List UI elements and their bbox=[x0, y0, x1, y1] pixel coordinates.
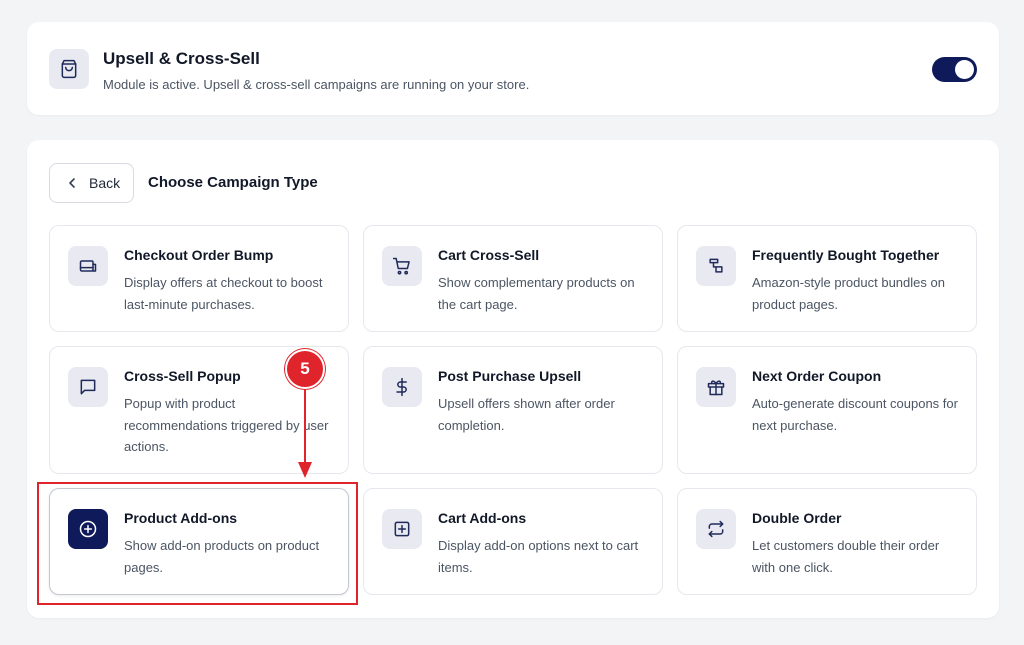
campaign-title: Double Order bbox=[752, 510, 842, 526]
campaign-description: Display add-on options next to cart item… bbox=[438, 538, 639, 575]
chevron-left-icon bbox=[69, 178, 75, 188]
campaign-description: Display offers at checkout to boost last… bbox=[124, 275, 323, 312]
campaign-card-post-purchase-upsell[interactable]: Post Purchase Upsell Upsell offers shown… bbox=[363, 346, 663, 474]
campaign-card-cart-cross-sell[interactable]: Cart Cross-Sell Show complementary produ… bbox=[363, 225, 663, 332]
card-icon bbox=[68, 246, 108, 286]
page-title: Choose Campaign Type bbox=[148, 174, 318, 191]
dollar-icon bbox=[382, 367, 422, 407]
campaign-title: Next Order Coupon bbox=[752, 368, 882, 384]
campaign-card-product-add-ons[interactable]: Product Add-ons Show add-on products on … bbox=[49, 488, 349, 595]
campaign-title: Product Add-ons bbox=[124, 510, 238, 526]
pointer-arrow-icon bbox=[298, 388, 312, 478]
cart-icon bbox=[382, 246, 422, 286]
campaign-description: Upsell offers shown after order completi… bbox=[438, 396, 615, 433]
campaign-chooser: Back Choose Campaign Type Checkout Order… bbox=[27, 140, 999, 618]
module-card: Upsell & Cross-Sell Module is active. Up… bbox=[27, 22, 999, 115]
campaign-description: Show complementary products on the cart … bbox=[438, 275, 635, 312]
campaign-card-cart-add-ons[interactable]: Cart Add-ons Display add-on options next… bbox=[363, 488, 663, 595]
campaign-title: Cart Cross-Sell bbox=[438, 247, 540, 263]
campaign-title: Checkout Order Bump bbox=[124, 247, 274, 263]
module-title: Upsell & Cross-Sell bbox=[103, 49, 260, 68]
campaign-card-frequently-bought-together[interactable]: Frequently Bought Together Amazon-style … bbox=[677, 225, 977, 332]
toggle-knob bbox=[955, 60, 974, 79]
message-icon bbox=[68, 367, 108, 407]
gift-icon bbox=[696, 367, 736, 407]
campaign-description: Show add-on products on product pages. bbox=[124, 538, 320, 575]
campaign-card-checkout-order-bump[interactable]: Checkout Order Bump Display offers at ch… bbox=[49, 225, 349, 332]
campaign-description: Amazon-style product bundles on product … bbox=[752, 275, 945, 312]
shopping-bag-icon bbox=[49, 49, 89, 89]
campaign-title: Frequently Bought Together bbox=[752, 247, 940, 263]
campaign-card-double-order[interactable]: Double Order Let customers double their … bbox=[677, 488, 977, 595]
campaign-description: Auto-generate discount coupons for next … bbox=[752, 396, 958, 433]
campaign-title: Cross-Sell Popup bbox=[124, 368, 241, 384]
campaign-card-next-order-coupon[interactable]: Next Order Coupon Auto-generate discount… bbox=[677, 346, 977, 474]
back-button-label: Back bbox=[89, 175, 121, 191]
campaign-title: Post Purchase Upsell bbox=[438, 368, 582, 384]
campaign-title: Cart Add-ons bbox=[438, 510, 527, 526]
module-active-toggle[interactable] bbox=[932, 57, 977, 82]
module-description: Module is active. Upsell & cross-sell ca… bbox=[103, 77, 530, 92]
plus-square-icon bbox=[382, 509, 422, 549]
repeat-icon bbox=[696, 509, 736, 549]
step-badge: 5 bbox=[285, 349, 325, 389]
back-button[interactable]: Back bbox=[49, 163, 134, 203]
plus-circle-icon bbox=[68, 509, 108, 549]
campaign-description: Let customers double their order with on… bbox=[752, 538, 940, 575]
bundle-icon bbox=[696, 246, 736, 286]
